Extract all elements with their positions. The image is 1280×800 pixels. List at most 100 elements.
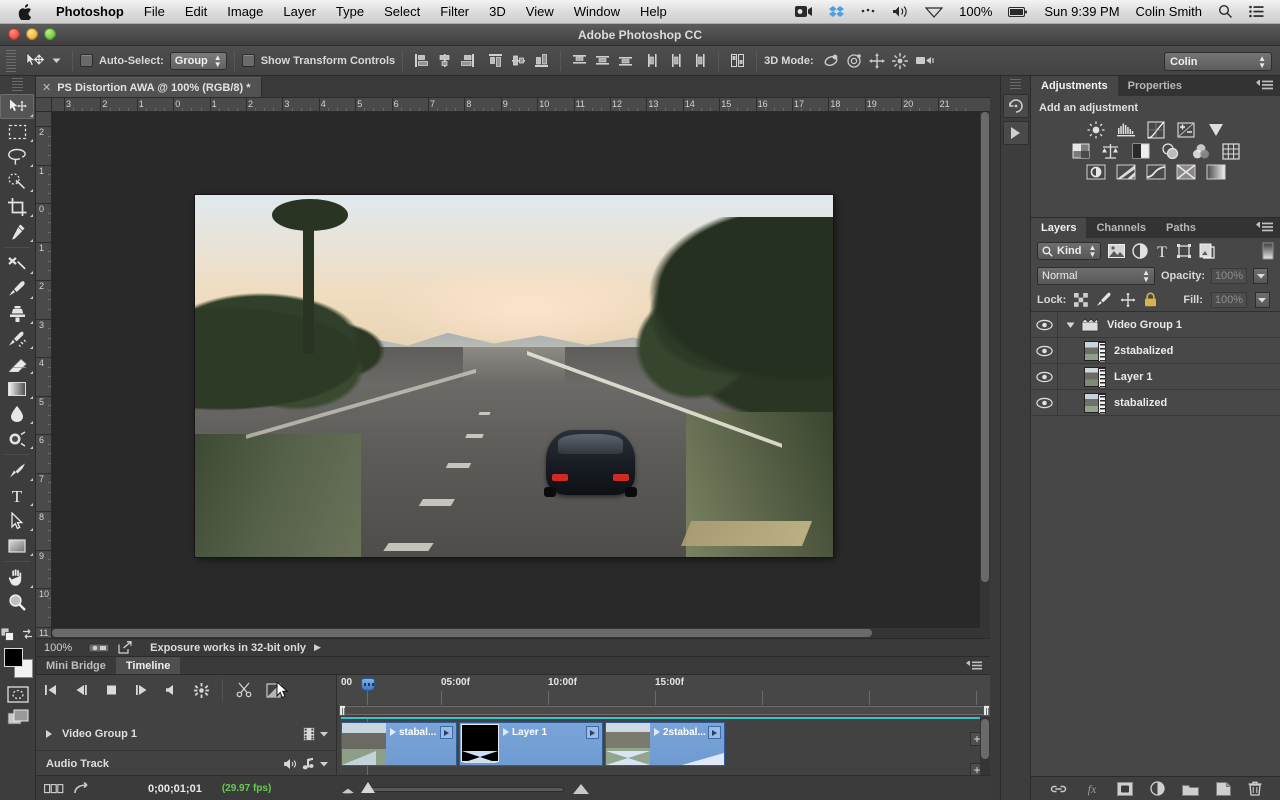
tab-paths[interactable]: Paths: [1156, 218, 1206, 238]
zoom-tool[interactable]: [0, 590, 34, 615]
history-panel-icon[interactable]: [1003, 94, 1029, 118]
layer-row-2stabalized[interactable]: 2stabalized: [1031, 338, 1280, 364]
film-strip-icon[interactable]: [303, 727, 315, 741]
adjustment-layer-filter-icon[interactable]: [1132, 243, 1148, 259]
move-tool[interactable]: [0, 94, 34, 119]
posterize-icon[interactable]: [1115, 163, 1137, 181]
photo-filter-icon[interactable]: [1160, 142, 1182, 160]
zoom-level[interactable]: 100%: [44, 642, 72, 654]
quick-selection-tool[interactable]: [0, 169, 34, 194]
path-selection-tool[interactable]: [0, 508, 34, 533]
canvas-vertical-scrollbar[interactable]: [980, 112, 990, 628]
timeline-zoom-slider[interactable]: [364, 787, 564, 792]
scrollbar-thumb[interactable]: [981, 719, 989, 759]
previous-frame-button[interactable]: [66, 676, 96, 704]
canvas-horizontal-scrollbar[interactable]: [52, 628, 990, 638]
slider-knob[interactable]: [361, 782, 375, 793]
rectangle-tool[interactable]: [0, 533, 34, 558]
align-horizontal-centers-icon[interactable]: [436, 52, 453, 69]
user-name[interactable]: Colin Smith: [1128, 4, 1210, 19]
layer-row-stabalized[interactable]: stabalized: [1031, 390, 1280, 416]
roll-3d-icon[interactable]: [845, 52, 862, 69]
history-brush-tool[interactable]: [0, 326, 34, 351]
shape-layer-filter-icon[interactable]: [1176, 243, 1192, 259]
layer-filter-kind-select[interactable]: Kind ▲▼: [1037, 242, 1101, 260]
timeline-ruler[interactable]: 00 05:00f 10:00f 15:00f: [336, 675, 990, 705]
spot-healing-brush-tool[interactable]: [0, 251, 34, 276]
speaker-icon[interactable]: [283, 758, 297, 770]
default-colors-icon[interactable]: [1, 628, 14, 641]
timeline-playhead-handle[interactable]: [361, 678, 375, 691]
clip-menu-chevron-icon[interactable]: [503, 728, 509, 736]
timeline-vertical-scrollbar[interactable]: [980, 717, 990, 775]
onion-skin-icon[interactable]: [44, 784, 64, 794]
hand-tool[interactable]: [0, 565, 34, 590]
work-area-range[interactable]: [341, 706, 986, 715]
quick-mask-icon[interactable]: [0, 686, 35, 703]
pen-tool[interactable]: [0, 458, 34, 483]
auto-align-layers-icon[interactable]: [729, 52, 746, 69]
layer-name[interactable]: Video Group 1: [1105, 319, 1182, 331]
tools-panel-grip[interactable]: [12, 78, 23, 92]
panel-menu-icon[interactable]: [1256, 222, 1274, 232]
link-layers-icon[interactable]: [1050, 783, 1067, 795]
canvas-area[interactable]: [52, 112, 990, 638]
lock-transparent-pixels-icon[interactable]: [1074, 293, 1088, 307]
eyedropper-tool[interactable]: [0, 219, 34, 244]
lock-position-icon[interactable]: [1120, 292, 1136, 308]
new-group-icon[interactable]: [1182, 782, 1199, 796]
opacity-slider-button[interactable]: [1253, 268, 1268, 284]
auto-select-checkbox[interactable]: [80, 54, 93, 67]
fill-value[interactable]: 100%: [1211, 292, 1247, 308]
smart-object-filter-icon[interactable]: [1199, 243, 1215, 259]
panel-menu-icon[interactable]: [966, 661, 990, 670]
volume-icon[interactable]: [884, 5, 917, 18]
screen-mode-icon[interactable]: [0, 709, 35, 726]
layer-visibility-toggle[interactable]: [1031, 319, 1057, 331]
filter-toggle-icon[interactable]: [1262, 242, 1274, 260]
channel-mixer-icon[interactable]: [1190, 142, 1212, 160]
move-tool-icon[interactable]: [20, 50, 48, 72]
layer-visibility-toggle[interactable]: [1031, 345, 1057, 357]
menu-view[interactable]: View: [516, 4, 564, 19]
eraser-tool[interactable]: [0, 351, 34, 376]
opacity-value[interactable]: 100%: [1211, 268, 1247, 284]
vertical-ruler[interactable]: 2101234567891011: [36, 112, 52, 638]
layer-visibility-toggle[interactable]: [1031, 371, 1057, 383]
layer-name[interactable]: Layer 1: [1106, 371, 1153, 383]
collapse-group-chevron-icon[interactable]: [1066, 321, 1075, 329]
layer-name[interactable]: stabalized: [1106, 397, 1167, 409]
apple-logo-icon[interactable]: [18, 4, 32, 20]
layer-row-layer-1[interactable]: Layer 1: [1031, 364, 1280, 390]
menu-file[interactable]: File: [134, 4, 175, 19]
music-note-icon[interactable]: [302, 757, 315, 770]
panel-menu-icon[interactable]: [1256, 80, 1274, 90]
curves-icon[interactable]: [1145, 121, 1167, 139]
zoom-in-icon[interactable]: [572, 783, 590, 795]
options-bar-grip[interactable]: [6, 50, 16, 72]
layer-visibility-toggle[interactable]: [1031, 397, 1057, 409]
lasso-tool[interactable]: [0, 144, 34, 169]
document-profile-icon[interactable]: [88, 642, 110, 654]
timeline-settings-button[interactable]: [186, 676, 216, 704]
distribute-vertical-centers-icon[interactable]: [594, 52, 611, 69]
timeline-clip[interactable]: Layer 1: [459, 722, 603, 766]
tool-preset-chevron-down-icon[interactable]: [48, 50, 65, 72]
distribute-top-edges-icon[interactable]: [571, 52, 588, 69]
layer-thumbnail[interactable]: [1084, 367, 1106, 387]
distribute-bottom-edges-icon[interactable]: [617, 52, 634, 69]
rectangular-marquee-tool[interactable]: [0, 119, 34, 144]
brush-tool[interactable]: [0, 276, 34, 301]
type-layer-filter-icon[interactable]: T: [1155, 243, 1169, 259]
share-icon[interactable]: [118, 641, 132, 654]
drag-3d-icon[interactable]: [868, 52, 885, 69]
align-top-edges-icon[interactable]: [487, 52, 504, 69]
hue-saturation-icon[interactable]: [1070, 142, 1092, 160]
tab-timeline[interactable]: Timeline: [116, 657, 180, 675]
distribute-left-edges-icon[interactable]: [645, 52, 662, 69]
brightness-contrast-icon[interactable]: [1085, 121, 1107, 139]
menu-photoshop[interactable]: Photoshop: [46, 4, 134, 19]
clip-options-button[interactable]: [708, 726, 721, 739]
blur-tool[interactable]: [0, 401, 34, 426]
actions-panel-icon[interactable]: [1003, 121, 1029, 145]
